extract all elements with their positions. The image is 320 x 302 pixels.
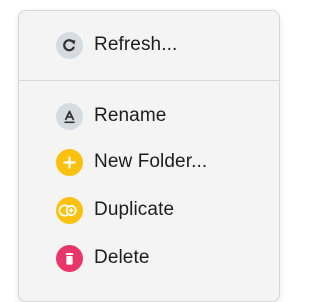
- menu-item-label: Delete: [94, 247, 150, 268]
- menu-item-refresh[interactable]: Refresh...: [56, 27, 177, 63]
- menu-item-label: Rename: [94, 105, 167, 126]
- menu-item-rename[interactable]: Rename: [56, 98, 166, 134]
- trash-icon: [56, 244, 83, 272]
- menu-divider: [19, 80, 279, 81]
- menu-item-delete[interactable]: Delete: [56, 240, 150, 276]
- menu-item-label: New Folder...: [94, 151, 208, 172]
- refresh-icon: [56, 31, 83, 59]
- menu-item-duplicate[interactable]: Duplicate: [56, 192, 174, 228]
- duplicate-icon: [56, 196, 83, 224]
- menu-item-new-folder[interactable]: New Folder...: [56, 144, 207, 180]
- rename-icon: [56, 102, 83, 130]
- context-menu: Refresh... Rename New Folder... Duplicat…: [18, 10, 280, 302]
- menu-item-label: Refresh...: [94, 34, 178, 55]
- menu-item-label: Duplicate: [94, 199, 175, 220]
- plus-icon: [56, 148, 83, 176]
